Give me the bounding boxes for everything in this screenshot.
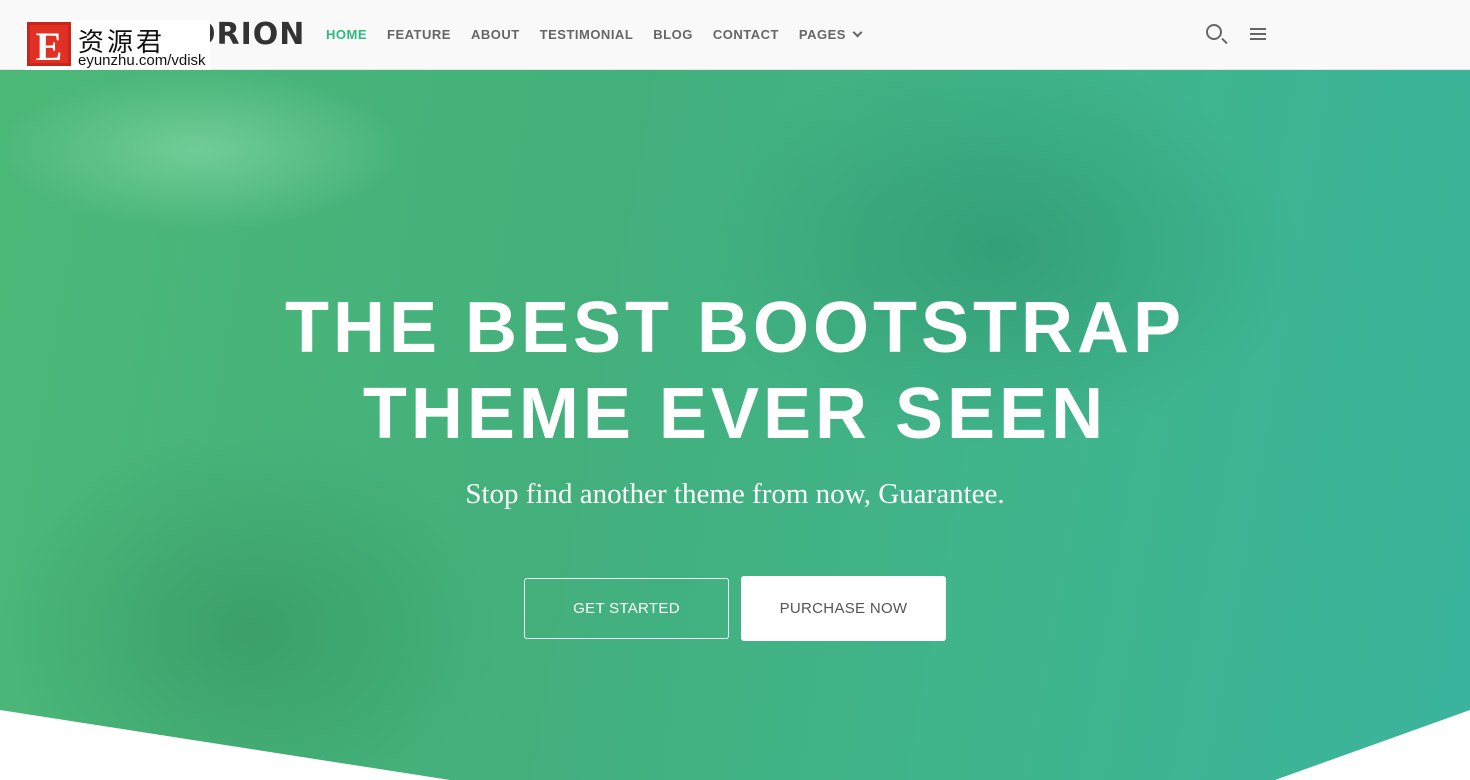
hero-title-line2: THEME EVER SEEN [362,374,1108,454]
watermark-url: eyunzhu.com/vdisk [78,52,206,69]
nav-pages-label: PAGES [798,27,846,42]
navbar: ORION HOME FEATURE ABOUT TESTIMONIAL BLO… [0,0,1470,70]
watermark: E 资源君 eyunzhu.com/vdisk [25,20,210,70]
nav-about[interactable]: ABOUT [471,27,520,42]
nav-feature[interactable]: FEATURE [387,27,451,42]
search-icon[interactable] [1206,24,1222,40]
nav-menu: HOME FEATURE ABOUT TESTIMONIAL BLOG CONT… [326,27,863,42]
nav-blog[interactable]: BLOG [653,27,693,42]
get-started-button[interactable]: GET STARTED [524,578,729,639]
purchase-now-button[interactable]: PURCHASE NOW [741,576,946,641]
watermark-logo: E [27,22,71,69]
nav-testimonial[interactable]: TESTIMONIAL [540,27,634,42]
nav-home[interactable]: HOME [326,27,367,42]
nav-contact[interactable]: CONTACT [713,27,779,42]
hero-title: THE BEST BOOTSTRAP THEME EVER SEEN [0,285,1470,457]
chevron-down-icon [852,27,863,38]
hero-title-line1: THE BEST BOOTSTRAP [284,288,1186,368]
nav-pages[interactable]: PAGES [798,27,863,42]
hero-subtitle: Stop find another theme from now, Guaran… [465,478,1005,510]
menu-icon[interactable] [1250,28,1266,40]
